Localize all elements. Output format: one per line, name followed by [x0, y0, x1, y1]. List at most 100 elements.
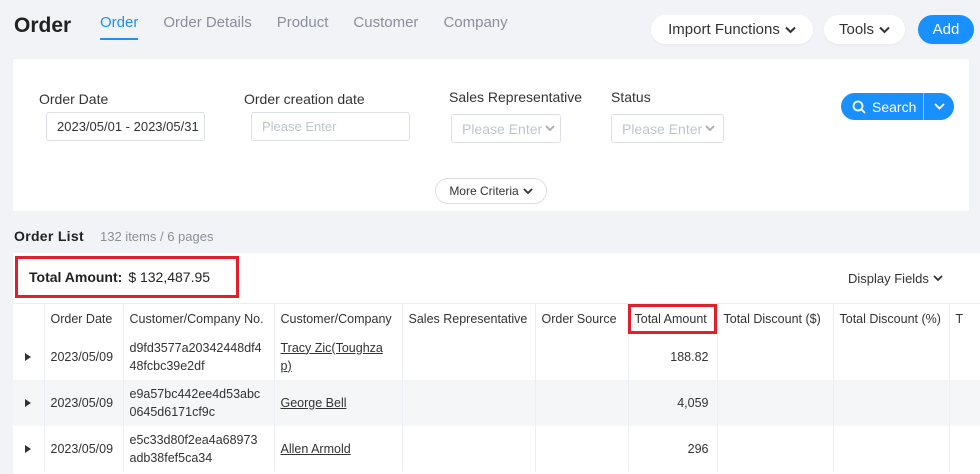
customer-link[interactable]: George Bell — [281, 396, 347, 410]
tab-company[interactable]: Company — [443, 14, 507, 40]
import-functions-button[interactable]: Import Functions — [651, 15, 813, 44]
order-date-value: 2023/05/01 - 2023/05/31 — [57, 119, 199, 134]
truncated-cell — [949, 379, 980, 426]
total-amount-label: Total Amount: — [29, 269, 123, 285]
total-discount-percent-cell — [833, 333, 950, 380]
add-label: Add — [932, 21, 960, 38]
creation-date-placeholder: Please Enter — [262, 119, 337, 134]
customer-no-line: 48fcbc39e2df — [129, 358, 205, 373]
table-row[interactable]: 2023/05/09 e5c33d80f2ea4a68973 adb38fef5c… — [13, 425, 980, 472]
order-list-count: 132 items / 6 pages — [100, 229, 214, 244]
chevron-down-icon — [933, 275, 943, 282]
column-header-order-date[interactable]: Order Date — [44, 303, 124, 334]
customer-link[interactable]: Allen Armold — [281, 442, 351, 456]
creation-date-input[interactable]: Please Enter — [251, 112, 410, 141]
tab-customer[interactable]: Customer — [353, 14, 418, 40]
customer-no-line: adb38fef5ca34 — [129, 450, 213, 465]
caret-right-icon — [25, 398, 31, 407]
chevron-down-icon — [545, 125, 555, 132]
tab-product[interactable]: Product — [277, 14, 329, 40]
total-amount-cell: 4,059 — [628, 379, 718, 426]
chevron-down-icon — [879, 26, 890, 33]
total-amount-cell: 296 — [628, 425, 718, 472]
sales-rep-placeholder: Please Enter — [462, 120, 543, 137]
order-date-range-input[interactable]: 2023/05/01 - 2023/05/31 — [46, 112, 205, 141]
total-discount-amount-cell — [717, 333, 834, 380]
import-functions-label: Import Functions — [668, 21, 780, 38]
tools-button[interactable]: Tools — [824, 15, 905, 44]
order-list-panel: Total Amount: $ 132,487.95 Display Field… — [13, 253, 980, 474]
order-source-cell — [535, 379, 629, 426]
total-discount-percent-cell — [833, 425, 950, 472]
customer-no-line: e9a57bc442ee4d53abc — [129, 386, 261, 401]
tab-order[interactable]: Order — [100, 14, 139, 40]
column-header-order-source[interactable]: Order Source — [535, 303, 629, 334]
expand-row-toggle[interactable] — [13, 379, 45, 426]
more-criteria-button[interactable]: More Criteria — [435, 178, 547, 204]
status-label: Status — [611, 89, 651, 105]
order-date-cell: 2023/05/09 — [44, 425, 124, 472]
customer-no-line: d9fd3577a20342448df4 — [129, 340, 262, 355]
column-header-customer-no[interactable]: Customer/Company No. — [123, 303, 275, 334]
total-discount-percent-cell — [833, 379, 950, 426]
table-row[interactable]: 2023/05/09 e9a57bc442ee4d53abc 0645d6171c… — [13, 379, 980, 426]
total-discount-amount-cell — [717, 425, 834, 472]
sales-rep-select[interactable]: Please Enter — [451, 114, 561, 143]
customer-no-line: e5c33d80f2ea4a68973 — [129, 432, 258, 447]
order-date-cell: 2023/05/09 — [44, 333, 124, 380]
total-amount-value: $ 132,487.95 — [128, 269, 211, 285]
order-source-cell — [535, 425, 629, 472]
search-options-toggle[interactable] — [924, 103, 954, 110]
customer-no-cell: d9fd3577a20342448df4 48fcbc39e2df — [123, 333, 275, 380]
column-header-total-discount-percent[interactable]: Total Discount (%) — [833, 303, 950, 334]
truncated-cell — [949, 425, 980, 472]
filter-panel: Order Date 2023/05/01 - 2023/05/31 Order… — [13, 59, 969, 211]
total-amount-cell: 188.82 — [628, 333, 718, 380]
creation-date-label: Order creation date — [244, 91, 365, 107]
sales-rep-cell — [402, 333, 536, 380]
order-table: Order Date Customer/Company No. Customer… — [13, 303, 980, 472]
order-list-title: Order List — [14, 228, 84, 244]
display-fields-label: Display Fields — [848, 271, 929, 286]
sales-rep-cell — [402, 425, 536, 472]
order-source-cell — [535, 333, 629, 380]
tools-label: Tools — [838, 21, 875, 38]
customer-cell[interactable]: Tracy Zic(Toughza p) — [274, 333, 403, 380]
total-discount-amount-cell — [717, 379, 834, 426]
tab-bar: Order Order Details Product Customer Com… — [100, 14, 533, 40]
sales-rep-label: Sales Representative — [449, 89, 583, 105]
sales-rep-cell — [402, 379, 536, 426]
column-header-sales-rep[interactable]: Sales Representative — [402, 303, 536, 334]
chevron-down-icon — [523, 187, 533, 194]
column-header-total-discount-amount[interactable]: Total Discount ($) — [717, 303, 834, 334]
customer-no-cell: e9a57bc442ee4d53abc 0645d6171cf9c — [123, 379, 275, 426]
page-title: Order — [14, 14, 72, 37]
chevron-down-icon — [933, 103, 945, 110]
column-header-customer[interactable]: Customer/Company — [274, 303, 403, 334]
search-icon — [852, 100, 866, 114]
status-select[interactable]: Please Enter — [611, 114, 724, 143]
expand-row-toggle[interactable] — [13, 425, 45, 472]
expand-row-toggle[interactable] — [13, 333, 45, 380]
search-button[interactable]: Search — [841, 93, 954, 120]
add-button[interactable]: Add — [918, 15, 974, 44]
customer-cell[interactable]: Allen Armold — [274, 425, 403, 472]
customer-cell[interactable]: George Bell — [274, 379, 403, 426]
search-main-button[interactable]: Search — [841, 93, 924, 120]
table-header-row: Order Date Customer/Company No. Customer… — [13, 303, 980, 334]
customer-link[interactable]: Tracy Zic(Toughza — [281, 341, 383, 355]
truncated-cell — [949, 333, 980, 380]
caret-right-icon — [25, 444, 31, 453]
expand-column-header — [13, 303, 45, 334]
order-date-cell: 2023/05/09 — [44, 379, 124, 426]
table-row[interactable]: 2023/05/09 d9fd3577a20342448df4 48fcbc39e… — [13, 333, 980, 380]
customer-link[interactable]: p) — [281, 359, 292, 373]
total-amount-summary: Total Amount: $ 132,487.95 — [15, 256, 239, 298]
column-header-truncated[interactable]: T — [949, 303, 980, 334]
display-fields-button[interactable]: Display Fields — [848, 271, 943, 286]
search-label: Search — [872, 98, 917, 115]
tab-order-details[interactable]: Order Details — [163, 14, 251, 40]
column-header-total-amount[interactable]: Total Amount — [628, 303, 718, 334]
more-criteria-label: More Criteria — [449, 184, 519, 198]
chevron-down-icon — [705, 125, 715, 132]
